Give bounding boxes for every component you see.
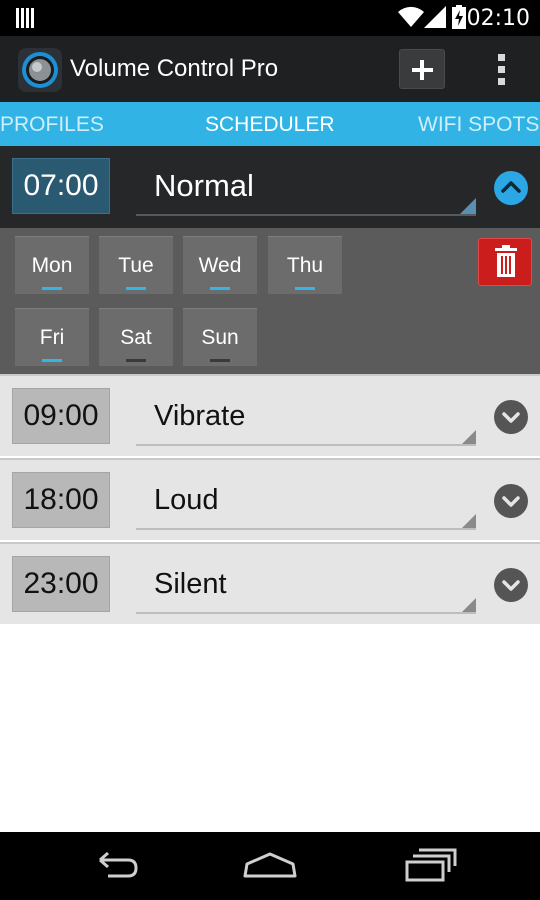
day-toggle-fri[interactable]: Fri xyxy=(15,308,89,366)
day-label: Thu xyxy=(286,254,324,277)
day-toggle-thu[interactable]: Thu xyxy=(268,236,342,294)
notification-icon xyxy=(16,8,34,33)
status-bar: 02:10 xyxy=(0,0,540,36)
recent-apps-button[interactable] xyxy=(395,842,465,890)
day-label: Mon xyxy=(31,254,73,277)
day-toggle-mon[interactable]: Mon xyxy=(15,236,89,294)
day-indicator xyxy=(126,359,146,362)
day-label: Sun xyxy=(201,326,239,349)
recent-apps-icon xyxy=(405,848,457,882)
day-toggle-wed[interactable]: Wed xyxy=(183,236,257,294)
profile-label: Vibrate xyxy=(154,400,246,432)
days-panel: Mon Tue Wed Thu Fri Sat Sun xyxy=(0,228,540,374)
profile-dropdown[interactable]: Normal xyxy=(136,162,476,216)
profile-dropdown[interactable]: Vibrate xyxy=(136,392,476,446)
day-label: Fri xyxy=(39,326,65,349)
schedule-item[interactable]: 09:00 Vibrate xyxy=(0,374,540,456)
action-bar: Volume Control Pro xyxy=(0,36,540,102)
dropdown-indicator-icon xyxy=(462,514,476,528)
home-icon xyxy=(243,852,297,878)
expand-button[interactable] xyxy=(494,400,528,434)
back-button[interactable] xyxy=(78,842,148,890)
dropdown-indicator-icon xyxy=(462,598,476,612)
schedule-header: 07:00 Normal xyxy=(0,146,540,228)
wifi-icon xyxy=(398,6,424,33)
chevron-up-icon xyxy=(501,181,521,193)
day-label: Wed xyxy=(198,254,242,277)
collapse-button[interactable] xyxy=(494,171,528,205)
overflow-menu-icon[interactable] xyxy=(490,52,514,88)
battery-charging-icon xyxy=(452,5,466,34)
knob-icon[interactable] xyxy=(18,48,62,92)
app-title: Volume Control Pro xyxy=(70,55,279,82)
back-icon xyxy=(99,851,138,878)
day-indicator xyxy=(210,287,230,290)
day-indicator xyxy=(210,359,230,362)
day-toggle-tue[interactable]: Tue xyxy=(99,236,173,294)
day-toggle-sat[interactable]: Sat xyxy=(99,308,173,366)
schedule-item-expanded: 07:00 Normal Mon Tue Wed Thu Fri Sat Sun xyxy=(0,146,540,374)
tab-wifi-spots[interactable]: WIFI SPOTS xyxy=(418,113,539,137)
tab-scheduler[interactable]: SCHEDULER xyxy=(205,113,335,137)
schedule-item[interactable]: 18:00 Loud xyxy=(0,458,540,540)
trash-icon xyxy=(495,245,517,277)
dropdown-indicator-icon xyxy=(460,198,476,214)
chevron-down-icon xyxy=(502,496,520,507)
home-button[interactable] xyxy=(235,842,305,890)
signal-icon xyxy=(424,6,446,33)
status-time: 02:10 xyxy=(466,6,530,31)
profile-label: Silent xyxy=(154,568,227,600)
day-toggle-sun[interactable]: Sun xyxy=(183,308,257,366)
profile-label: Normal xyxy=(154,168,254,203)
add-schedule-button[interactable] xyxy=(399,49,445,89)
tab-bar: PROFILES SCHEDULER WIFI SPOTS xyxy=(0,102,540,146)
expand-button[interactable] xyxy=(494,568,528,602)
chevron-down-icon xyxy=(502,412,520,423)
schedule-item[interactable]: 23:00 Silent xyxy=(0,542,540,624)
profile-dropdown[interactable]: Silent xyxy=(136,560,476,614)
profile-dropdown[interactable]: Loud xyxy=(136,476,476,530)
chevron-down-icon xyxy=(502,580,520,591)
day-indicator xyxy=(42,287,62,290)
tab-profiles[interactable]: PROFILES xyxy=(0,113,104,137)
profile-label: Loud xyxy=(154,484,219,516)
time-picker[interactable]: 07:00 xyxy=(12,158,110,214)
day-indicator xyxy=(126,287,146,290)
day-label: Tue xyxy=(118,254,154,277)
navigation-bar xyxy=(0,832,540,900)
expand-button[interactable] xyxy=(494,484,528,518)
day-indicator xyxy=(42,359,62,362)
day-label: Sat xyxy=(120,326,152,349)
time-picker[interactable]: 23:00 xyxy=(12,556,110,612)
time-picker[interactable]: 18:00 xyxy=(12,472,110,528)
dropdown-indicator-icon xyxy=(462,430,476,444)
time-picker[interactable]: 09:00 xyxy=(12,388,110,444)
day-indicator xyxy=(295,287,315,290)
delete-schedule-button[interactable] xyxy=(478,238,532,286)
